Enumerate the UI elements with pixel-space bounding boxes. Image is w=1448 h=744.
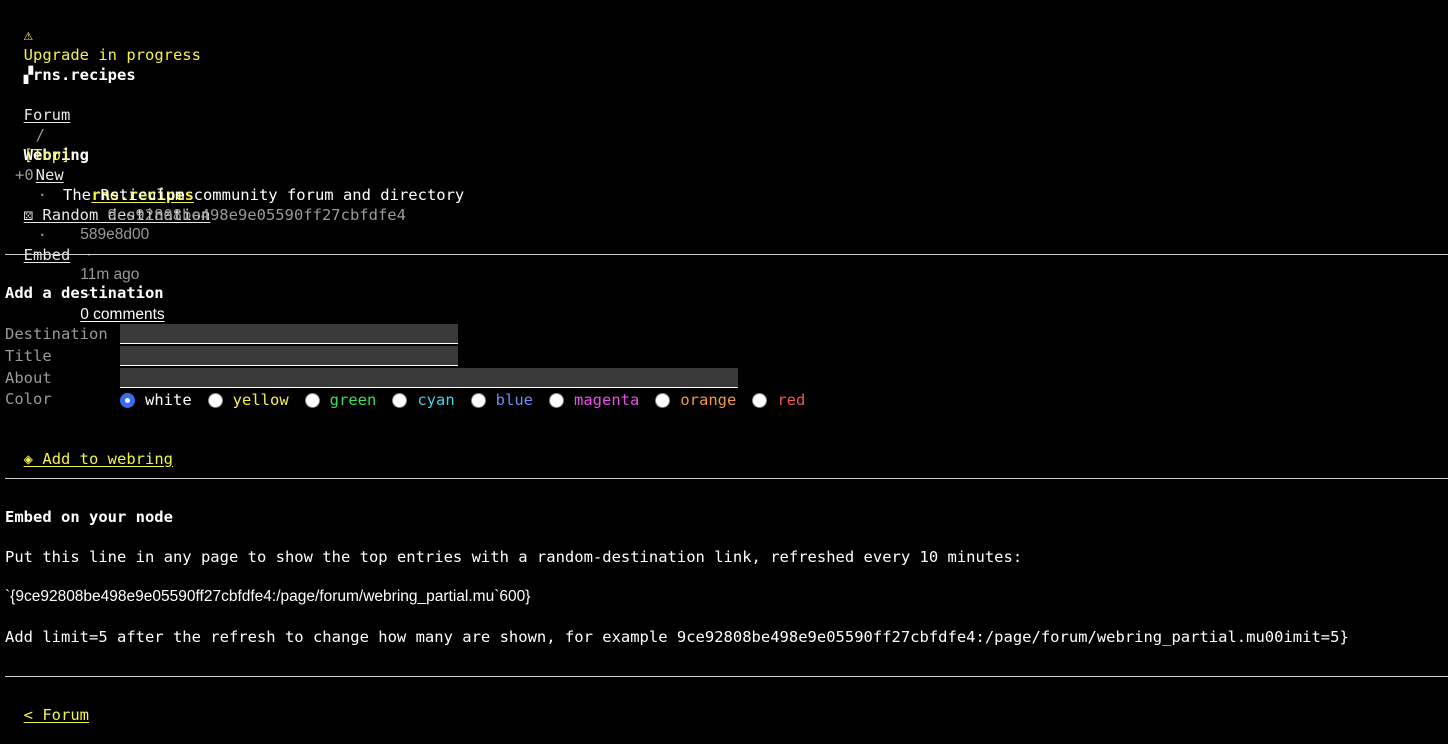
destination-input[interactable] bbox=[120, 324, 458, 344]
color-option-orange[interactable]: orange bbox=[655, 391, 736, 409]
nav-separator: · bbox=[37, 186, 48, 204]
color-option-label: green bbox=[329, 391, 377, 409]
entry-author: 589e8d00 bbox=[80, 226, 150, 243]
embed-note: Add limit=5 after the refresh to change … bbox=[5, 627, 1349, 647]
breadcrumb-forum-link[interactable]: Forum bbox=[24, 106, 71, 124]
site-header: ▞rns.recipes bbox=[5, 45, 136, 85]
radio-button[interactable] bbox=[655, 392, 671, 408]
radio-button[interactable] bbox=[549, 392, 564, 408]
color-option-white[interactable]: white bbox=[120, 391, 192, 409]
color-option-label: red bbox=[777, 391, 806, 409]
back-to-forum-label: < Forum bbox=[23, 706, 89, 724]
destination-label: Destination bbox=[5, 325, 108, 343]
divider bbox=[5, 478, 1448, 479]
sort-top-tab[interactable]: [Top] bbox=[24, 146, 71, 164]
site-name: rns.recipes bbox=[33, 66, 136, 84]
color-option-label: cyan bbox=[417, 391, 455, 409]
about-label: About bbox=[5, 369, 52, 387]
color-option-yellow[interactable]: yellow bbox=[207, 391, 289, 409]
radio-button[interactable] bbox=[392, 392, 408, 408]
color-option-blue[interactable]: blue bbox=[470, 391, 533, 409]
color-option-magenta[interactable]: magenta bbox=[549, 391, 639, 409]
embed-intro: Put this line in any page to show the to… bbox=[5, 548, 1023, 566]
color-radio-group: white yellow green cyan blue magenta orange red bbox=[120, 390, 821, 410]
embed-code: `{9ce92808be498e9e05590ff27cbfdfe4:/page… bbox=[5, 588, 531, 605]
radio-button[interactable] bbox=[304, 392, 320, 408]
dice-icon: ⚄ bbox=[23, 206, 34, 224]
entry-description: The Reticulum community forum and direct… bbox=[63, 186, 465, 204]
color-option-label: blue bbox=[495, 391, 533, 409]
entry-score: +0 bbox=[15, 166, 34, 184]
entry-age: 11m ago bbox=[80, 266, 140, 283]
add-destination-heading: Add a destination bbox=[5, 284, 164, 302]
color-option-label: orange bbox=[680, 391, 737, 409]
color-option-green[interactable]: green bbox=[304, 391, 377, 409]
radio-button[interactable] bbox=[752, 392, 768, 408]
embed-note-text: Add limit=5 after the refresh to change … bbox=[5, 628, 1349, 646]
color-option-label: yellow bbox=[232, 391, 289, 409]
title-label: Title bbox=[5, 347, 52, 365]
color-option-label: magenta bbox=[574, 391, 640, 409]
color-option-red[interactable]: red bbox=[752, 391, 805, 409]
radio-button[interactable] bbox=[120, 392, 135, 408]
radio-button[interactable] bbox=[470, 392, 486, 408]
about-input[interactable] bbox=[120, 368, 738, 388]
color-option-label: white bbox=[145, 391, 192, 409]
diamond-icon: ◈ bbox=[23, 450, 34, 468]
title-input[interactable] bbox=[120, 346, 458, 366]
add-to-webring-button[interactable]: ◈ Add to webring bbox=[5, 429, 173, 469]
divider bbox=[5, 254, 1448, 255]
radio-button[interactable] bbox=[207, 392, 223, 408]
divider bbox=[5, 676, 1448, 677]
warning-icon: ⚠ bbox=[23, 26, 34, 44]
nav-separator: · bbox=[37, 226, 48, 244]
add-to-webring-label: Add to webring bbox=[42, 450, 174, 468]
color-label: Color bbox=[5, 390, 52, 408]
entry-comments-link[interactable]: 0 comments bbox=[80, 306, 164, 323]
embed-heading: Embed on your node bbox=[5, 508, 173, 526]
site-logo-icon: ▞ bbox=[23, 66, 34, 84]
color-option-cyan[interactable]: cyan bbox=[392, 391, 455, 409]
back-to-forum-link[interactable]: < Forum bbox=[5, 685, 89, 725]
